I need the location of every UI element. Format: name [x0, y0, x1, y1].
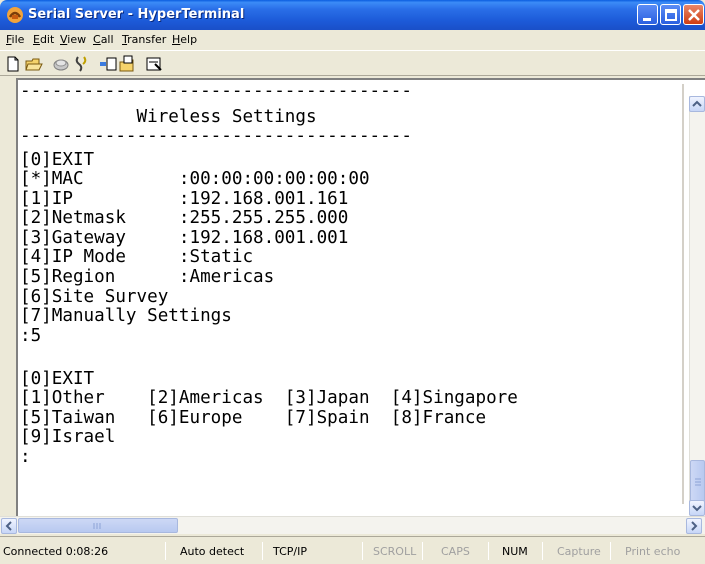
- menu-transfer[interactable]: Transfer: [122, 33, 166, 46]
- terminal-line: :: [20, 446, 31, 467]
- window-title: Serial Server - HyperTerminal: [28, 7, 245, 22]
- status-num: NUM: [502, 545, 528, 558]
- scroll-right-button[interactable]: [686, 518, 702, 534]
- terminal-line: [0]EXIT: [20, 368, 95, 389]
- status-bar: Connected 0:08:26 Auto detect TCP/IP SCR…: [0, 536, 705, 564]
- scroll-down-button[interactable]: [689, 500, 705, 516]
- terminal-line: -------------------------------------: [20, 81, 412, 101]
- status-protocol: TCP/IP: [273, 545, 307, 558]
- terminal-line: [3]Gateway :192.168.001.001: [20, 227, 349, 248]
- menu-view[interactable]: View: [60, 33, 86, 46]
- menu-file[interactable]: File: [6, 33, 24, 46]
- terminal-line: [1]IP :192.168.001.161: [20, 188, 349, 209]
- menu-call[interactable]: Call: [93, 33, 114, 46]
- status-print-echo: Print echo: [625, 545, 681, 558]
- toolbar: [0, 50, 705, 76]
- terminal-line: [5]Region :Americas: [20, 267, 275, 287]
- menu-edit[interactable]: Edit: [33, 33, 54, 46]
- terminal-line: [1]Other [2]Americas [3]Japan [4]Singapo…: [20, 388, 518, 409]
- close-icon: [688, 9, 700, 21]
- hyperterminal-phone-icon: [7, 7, 23, 23]
- receive-icon[interactable]: [118, 55, 136, 73]
- maximize-icon: [665, 9, 677, 21]
- status-scroll: SCROLL: [373, 545, 417, 558]
- send-icon[interactable]: [99, 55, 117, 73]
- terminal-line: [0]EXIT: [20, 149, 95, 170]
- connect-icon[interactable]: [52, 55, 70, 73]
- terminal-right-edge: [682, 84, 684, 504]
- terminal-line: [2]Netmask :255.255.255.000: [20, 208, 349, 229]
- chevron-left-icon: [5, 521, 12, 531]
- terminal-line: Wireless Settings: [20, 106, 317, 127]
- disconnect-icon[interactable]: [73, 55, 91, 73]
- grip-icon: [695, 478, 701, 486]
- status-capture: Capture: [557, 545, 601, 558]
- scroll-left-button[interactable]: [1, 518, 17, 534]
- status-connected: Connected 0:08:26: [3, 545, 109, 558]
- minimize-icon: [643, 18, 651, 21]
- close-button[interactable]: [683, 4, 704, 25]
- terminal-line: :5: [20, 325, 42, 346]
- terminal-line: [9]Israel: [20, 427, 116, 448]
- terminal-line: [5]Taiwan [6]Europe [7]Spain [8]France: [20, 407, 487, 428]
- chevron-down-icon: [692, 505, 702, 512]
- terminal-line: [7]Manually Settings: [20, 306, 232, 327]
- terminal-line: [6]Site Survey: [20, 286, 169, 307]
- new-icon[interactable]: [4, 55, 22, 73]
- scroll-up-button[interactable]: [689, 96, 705, 112]
- terminal-line: [4]IP Mode :Static: [20, 247, 254, 268]
- vertical-scroll-thumb[interactable]: [690, 460, 705, 504]
- vertical-scrollbar[interactable]: [689, 96, 705, 504]
- menu-help[interactable]: Help: [172, 33, 197, 46]
- minimize-button[interactable]: [637, 4, 658, 25]
- horizontal-scroll-thumb[interactable]: [18, 518, 178, 533]
- status-caps: CAPS: [441, 545, 470, 558]
- open-icon[interactable]: [25, 55, 43, 73]
- terminal-line: [*]MAC :00:00:00:00:00:00: [20, 169, 370, 190]
- menu-bar: File Edit View Call Transfer Help: [0, 30, 705, 50]
- properties-icon[interactable]: [145, 55, 163, 73]
- window-left-edge: [0, 76, 16, 516]
- grip-icon: [93, 523, 101, 529]
- status-detect: Auto detect: [180, 545, 245, 558]
- maximize-button[interactable]: [660, 4, 681, 25]
- chevron-right-icon: [691, 521, 698, 531]
- terminal-line: -------------------------------------: [20, 126, 412, 147]
- title-bar[interactable]: Serial Server - HyperTerminal: [0, 0, 705, 30]
- chevron-up-icon: [692, 100, 702, 107]
